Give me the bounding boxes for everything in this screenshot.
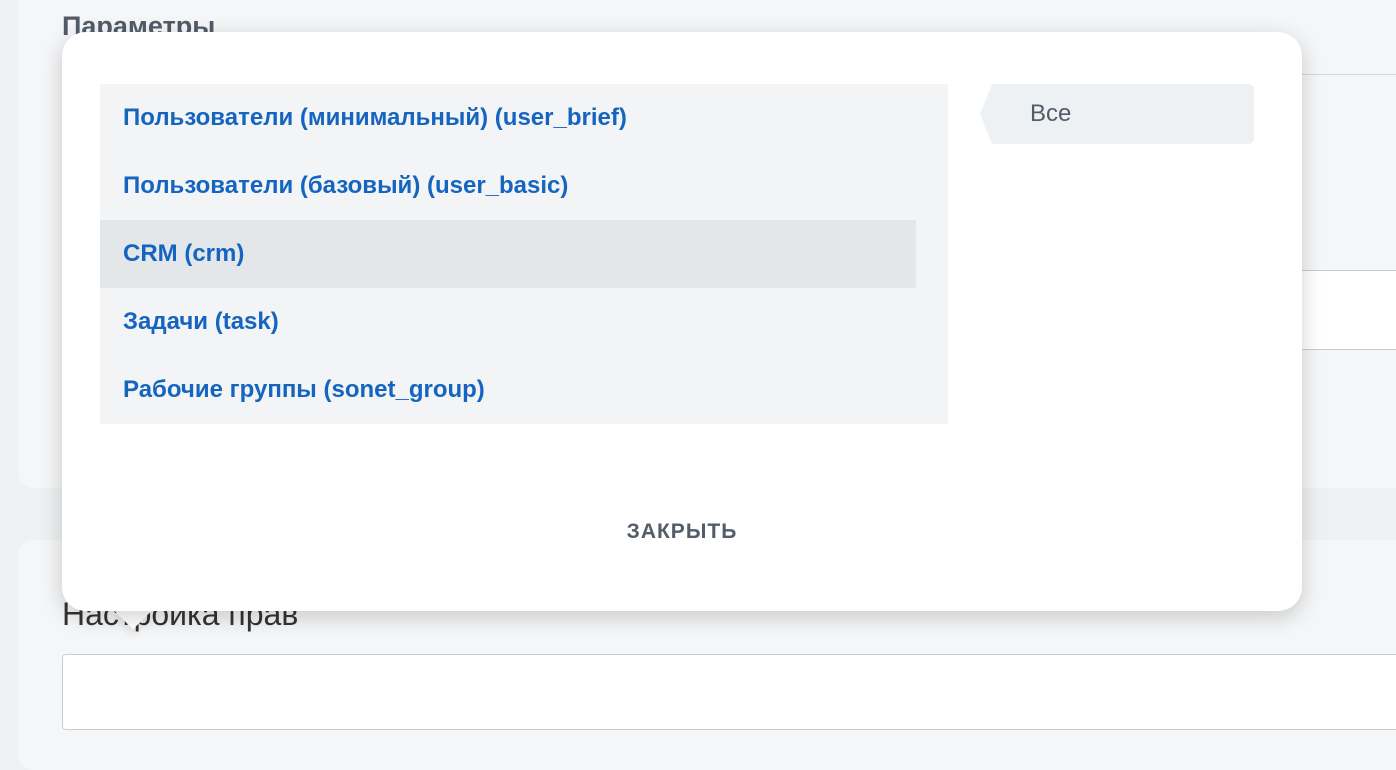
- scope-item-user-brief[interactable]: Пользователи (минимальный) (user_brief): [100, 84, 916, 152]
- scope-selector-popup: Пользователи (минимальный) (user_brief) …: [62, 32, 1302, 611]
- rights-input[interactable]: [62, 654, 1396, 730]
- close-button[interactable]: ЗАКРЫТЬ: [582, 510, 782, 554]
- divider: [1290, 74, 1396, 75]
- scope-item-task[interactable]: Задачи (task): [100, 288, 916, 356]
- tab-arrow-icon: [980, 84, 992, 144]
- scope-item-sonet-group[interactable]: Рабочие группы (sonet_group): [100, 356, 916, 424]
- scope-item-crm[interactable]: CRM (crm): [100, 220, 916, 288]
- scope-list: Пользователи (минимальный) (user_brief) …: [100, 84, 948, 424]
- filter-tab-all[interactable]: Все: [980, 84, 1254, 144]
- filter-tab-label: Все: [1030, 100, 1072, 127]
- params-field[interactable]: [1290, 270, 1396, 350]
- scope-item-user-basic[interactable]: Пользователи (базовый) (user_basic): [100, 152, 916, 220]
